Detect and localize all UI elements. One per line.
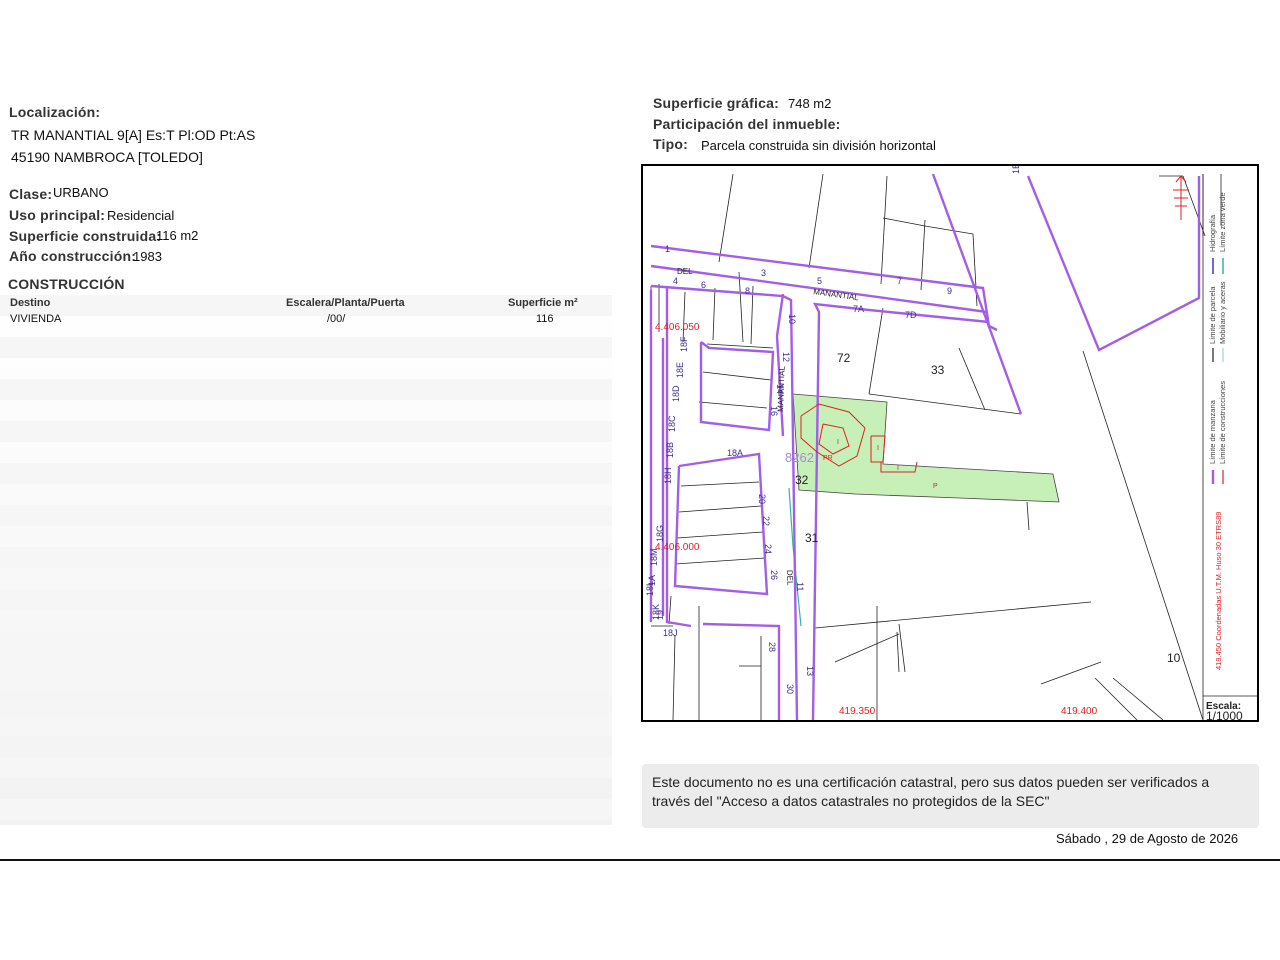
uso-label: Uso principal:: [9, 207, 106, 223]
building-label-5: P: [933, 483, 938, 490]
parcel-33: 33: [931, 363, 945, 377]
coord-north-2: 4.406.000: [655, 542, 700, 553]
row-superficie: 116: [536, 313, 554, 325]
participacion-label: Participación del inmueble:: [653, 116, 841, 132]
clase-label: Clase:: [9, 186, 53, 202]
header-escalera-planta-puerta: Escalera/Planta/Puerta: [286, 297, 405, 309]
house-number: 18G: [655, 525, 665, 542]
parcel-32: 32: [795, 473, 809, 487]
house-number: 18B: [665, 442, 675, 458]
house-number: 18E: [675, 362, 685, 378]
parcel-10: 10: [1167, 651, 1181, 665]
house-number: 1A: [647, 575, 657, 586]
house-number: 1: [665, 244, 670, 254]
house-number: 4: [673, 276, 678, 286]
legend-limite-zona-verde: Límite zona verde: [1218, 192, 1227, 252]
parcel-id: 8262: [785, 450, 814, 465]
house-number: 14: [775, 384, 785, 394]
house-number: 8: [745, 286, 750, 296]
building-label-4: I: [897, 465, 899, 472]
north-arrow-icon: [1173, 175, 1189, 220]
coord-east-2: 419.400: [1061, 706, 1098, 717]
house-number: 5: [817, 276, 822, 286]
house-number: 1B: [1011, 166, 1021, 174]
legend-mobiliario: Mobiliario y aceras: [1218, 281, 1227, 344]
house-number: 6: [701, 280, 706, 290]
house-number: 20: [757, 494, 767, 504]
house-number: 18A: [727, 448, 743, 458]
house-number: 7D: [905, 310, 917, 320]
legend-limite-construcciones: Límite de construcciones: [1218, 381, 1227, 464]
parcel-72: 72: [837, 351, 851, 365]
localizacion-line2: 45190 NAMBROCA [TOLEDO]: [11, 149, 203, 165]
bottom-divider: [0, 859, 1280, 861]
header-destino: Destino: [10, 297, 51, 309]
house-number: 26: [769, 570, 779, 580]
house-number: 24: [763, 544, 773, 554]
superficie-construida-value: 116 m2: [156, 228, 199, 243]
escala-value: 1/1000: [1206, 709, 1243, 720]
document-date: Sábado , 29 de Agosto de 2026: [1056, 831, 1239, 846]
legend-hidrografia: Hidrografía: [1208, 214, 1217, 252]
house-number: 11: [795, 582, 805, 591]
disclaimer-notice: Este documento no es una certificación c…: [642, 764, 1259, 828]
row-destino: VIVIENDA: [10, 313, 62, 325]
row-epp: /00/: [327, 313, 346, 325]
clase-value: URBANO: [53, 185, 109, 200]
house-number: 3: [761, 268, 766, 278]
legend-coordenadas: 419.450 Coordenadas U.T.M. Huso 30 ETRS8…: [1214, 512, 1223, 670]
house-number: 10: [787, 314, 797, 324]
legend-limite-parcela: Límite de parcela: [1208, 286, 1217, 344]
street-del-1: DEL: [677, 267, 693, 276]
construccion-table: Destino Escalera/Planta/Puerta Superfici…: [0, 295, 612, 825]
localizacion-label: Localización:: [9, 104, 101, 120]
legend-limite-manzana: Límite de manzana: [1208, 399, 1217, 464]
building-label-3: I: [877, 445, 879, 452]
street-del-2: DEL: [785, 570, 795, 586]
house-number: 18M: [649, 548, 659, 566]
anio-value: 1983: [133, 249, 162, 264]
street-manantial-1: MANANTIAL: [813, 287, 860, 302]
coord-north-1: 4.406.050: [655, 322, 700, 333]
house-number: 22: [761, 516, 771, 526]
house-number: 30: [785, 684, 795, 694]
house-number: 12: [781, 352, 791, 362]
cadastral-map: 4.406.050 4.406.000 419.350 419.400 8262…: [641, 164, 1259, 722]
building-label-1: I: [837, 439, 839, 446]
house-number: 7: [897, 276, 902, 286]
superficie-grafica-value: 748 m2: [788, 96, 832, 111]
house-number: 28: [767, 642, 777, 652]
house-number: 18J: [663, 628, 678, 638]
construccion-title: CONSTRUCCIÓN: [8, 276, 125, 292]
house-number: 13: [805, 666, 815, 676]
localizacion-line1: TR MANANTIAL 9[A] Es:T Pl:OD Pt:AS: [11, 127, 256, 143]
house-number: 18D: [671, 385, 681, 402]
house-number: 16: [769, 406, 779, 416]
house-number: 19: [655, 610, 665, 620]
house-number: 18C: [667, 415, 677, 432]
house-number: 18F: [679, 336, 689, 352]
coord-east-1: 419.350: [839, 706, 876, 717]
superficie-grafica-label: Superficie gráfica:: [653, 95, 779, 111]
header-superficie: Superficie m²: [508, 297, 578, 309]
tipo-value: Parcela construida sin división horizont…: [701, 138, 936, 153]
house-number: 7A: [853, 304, 864, 314]
uso-value: Residencial: [107, 208, 175, 223]
superficie-construida-label: Superficie construida:: [9, 228, 162, 244]
house-number: 18H: [663, 467, 673, 484]
building-label-2: PR: [823, 455, 833, 462]
tipo-label: Tipo:: [653, 136, 688, 152]
house-number: 9: [947, 286, 952, 296]
anio-label: Año construcción:: [9, 248, 137, 264]
parcel-31: 31: [805, 531, 819, 545]
